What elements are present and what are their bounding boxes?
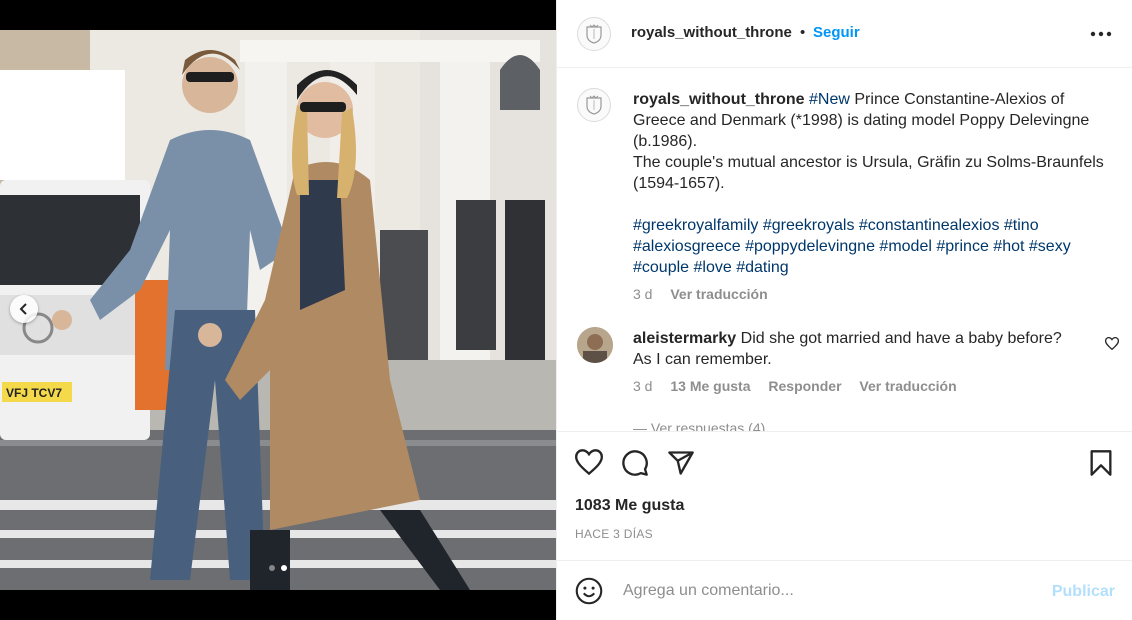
caption-hashtags: #greekroyalfamily #greekroyals #constant… — [633, 215, 1113, 278]
comment-username[interactable]: aleistermarky — [633, 330, 736, 347]
carousel-dot — [269, 565, 275, 571]
crest-icon — [586, 95, 602, 115]
hashtag[interactable]: #alexiosgreece — [633, 238, 741, 255]
add-comment-bar: Publicar — [557, 560, 1132, 620]
likes-count[interactable]: 1083 Me gusta — [575, 497, 684, 515]
heart-outline-icon — [574, 449, 604, 476]
caption-translate-link[interactable]: Ver traducción — [670, 286, 767, 302]
post-timestamp: HACE 3 DÍAS — [575, 527, 653, 541]
comment-button[interactable] — [621, 449, 649, 482]
hashtag[interactable]: #New — [809, 91, 850, 108]
comment-reply-button[interactable]: Responder — [768, 378, 841, 394]
more-horizontal-icon — [1090, 31, 1112, 37]
commenter-avatar[interactable] — [577, 327, 613, 363]
hashtag[interactable]: #greekroyalfamily — [633, 217, 758, 234]
post-photo[interactable]: VFJ TCV7 — [0, 30, 556, 590]
hashtag[interactable]: #dating — [736, 259, 789, 276]
hashtag[interactable]: #constantinealexios — [859, 217, 1000, 234]
comment-like-button[interactable] — [1104, 337, 1120, 355]
hashtag[interactable]: #prince — [936, 238, 988, 255]
hashtag[interactable]: #tino — [1004, 217, 1039, 234]
view-replies-link[interactable]: — Ver respuestas (4) — [633, 420, 765, 431]
crest-icon — [586, 24, 602, 44]
svg-text:VFJ TCV7: VFJ TCV7 — [6, 386, 62, 400]
comment-item: aleistermarky Did she got married and ha… — [633, 328, 1083, 397]
comment-time[interactable]: 3 d — [633, 378, 652, 394]
header-separator: • — [800, 24, 806, 41]
commenter-photo — [577, 327, 613, 363]
hashtag[interactable]: #love — [694, 259, 732, 276]
post-header: royals_without_throne • Seguir — [557, 0, 1132, 68]
hashtag[interactable]: #couple — [633, 259, 689, 276]
follow-button[interactable]: Seguir — [813, 24, 860, 41]
street-couple-photo: VFJ TCV7 — [0, 30, 556, 590]
caption-username[interactable]: royals_without_throne — [633, 91, 805, 108]
hashtag[interactable]: #model — [879, 238, 931, 255]
paper-plane-icon — [668, 451, 694, 475]
chevron-left-icon — [19, 303, 27, 315]
share-button[interactable] — [667, 449, 695, 482]
comment-likes[interactable]: 13 Me gusta — [670, 378, 750, 394]
save-button[interactable] — [1089, 449, 1113, 482]
emoji-smile-icon — [575, 577, 603, 605]
author-avatar[interactable] — [577, 17, 611, 51]
hashtag[interactable]: #greekroyals — [763, 217, 855, 234]
comment-input[interactable] — [621, 575, 1025, 607]
caption-avatar[interactable] — [577, 88, 611, 122]
author-username[interactable]: royals_without_throne — [631, 24, 792, 41]
carousel-dot-active — [281, 565, 287, 571]
heart-outline-icon — [1104, 337, 1120, 351]
caption-meta: 3 d Ver traducción — [633, 284, 1113, 305]
hashtag[interactable]: #poppydelevingne — [745, 238, 875, 255]
carousel-indicator — [0, 565, 556, 571]
caption-text-line2: The couple's mutual ancestor is Ursula, … — [633, 154, 1104, 192]
emoji-button[interactable] — [575, 577, 603, 610]
post-details-panel: royals_without_throne • Seguir royals_wi… — [556, 0, 1132, 620]
caption-time[interactable]: 3 d — [633, 286, 652, 302]
speech-bubble-icon — [622, 450, 648, 476]
post-caption: royals_without_throne #New Prince Consta… — [633, 89, 1113, 305]
like-button[interactable] — [574, 449, 604, 480]
post-actions-bar — [557, 432, 1132, 492]
previous-photo-button[interactable] — [10, 295, 38, 323]
post-photo-area: VFJ TCV7 — [0, 0, 556, 620]
comment-meta: 3 d 13 Me gusta Responder Ver traducción — [633, 376, 1083, 397]
bookmark-icon — [1090, 450, 1112, 476]
comment-translate-link[interactable]: Ver traducción — [859, 378, 956, 394]
hashtag[interactable]: #hot — [993, 238, 1024, 255]
hashtag[interactable]: #sexy — [1029, 238, 1071, 255]
publish-comment-button[interactable]: Publicar — [1052, 583, 1115, 601]
comments-section[interactable]: royals_without_throne #New Prince Consta… — [557, 68, 1132, 432]
more-options-button[interactable] — [1089, 24, 1113, 44]
